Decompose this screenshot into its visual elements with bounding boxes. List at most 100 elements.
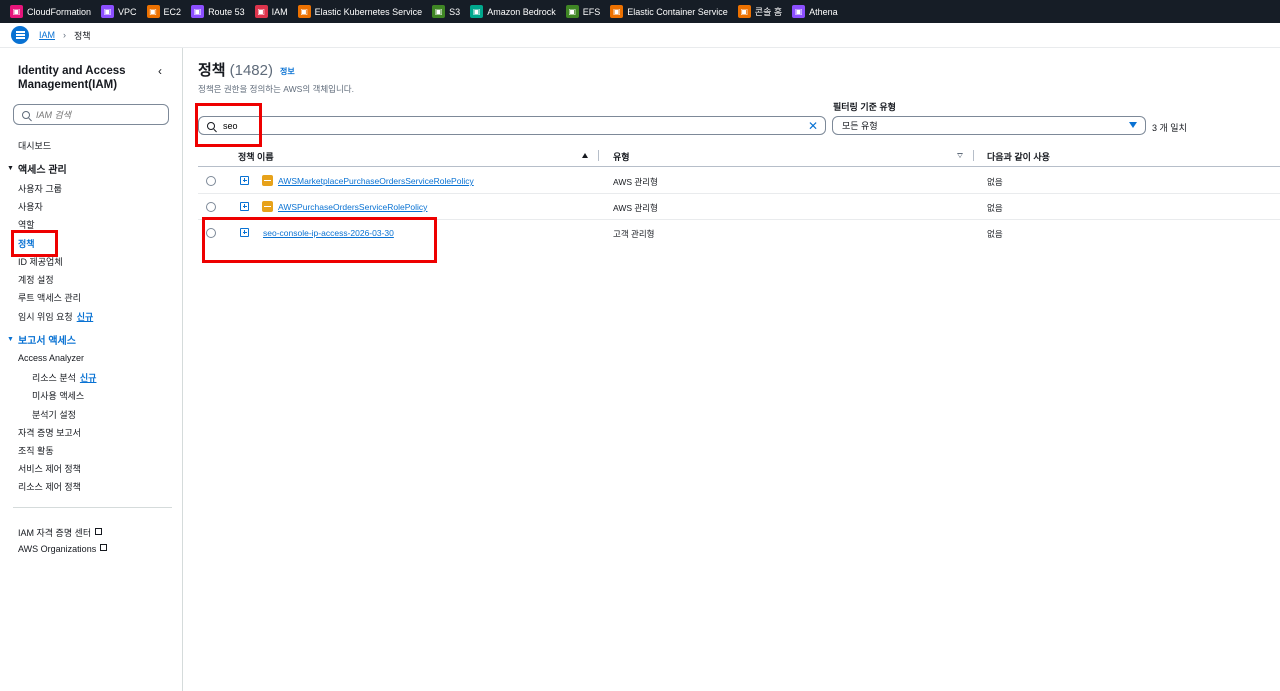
service-shortcut[interactable]: ▣ S3 [432, 0, 470, 23]
column-header-type[interactable]: 유형 [613, 150, 630, 163]
section-label: 보고서 액세스 [17, 336, 76, 347]
policy-used-as: 없음 [987, 177, 1003, 187]
select-value: 모든 유형 [842, 121, 878, 131]
match-count: 3 개 일치 [1152, 123, 1187, 133]
policy-search-input[interactable] [223, 120, 783, 131]
policy-type: AWS 관리형 [613, 203, 658, 213]
table-row[interactable]: AWSMarketplacePurchaseOrdersServiceRoleP… [198, 168, 1280, 194]
sidebar-item-user-groups[interactable]: 사용자 그룹 [18, 182, 62, 195]
page-title: 정책 (1482) [198, 59, 273, 80]
sidebar-item-access-analyzer[interactable]: Access Analyzer [18, 353, 84, 363]
service-label: Amazon Bedrock [487, 6, 556, 17]
sidebar-item-identity-center[interactable]: IAM 자격 증명 센터 [18, 526, 103, 539]
row-select-radio[interactable] [206, 176, 216, 186]
collapse-icon[interactable]: ‹ [158, 64, 162, 78]
breadcrumb-current: 정책 [74, 30, 91, 41]
sidebar-item-analyzer-settings[interactable]: 분석기 설정 [32, 408, 76, 421]
policy-count: (1482) [229, 62, 273, 79]
page-description: 정책은 권한을 정의하는 AWS의 객체입니다. [198, 84, 354, 94]
external-link-icon [95, 528, 103, 535]
sidebar-search-input[interactable] [36, 109, 156, 120]
sidebar-item-users[interactable]: 사용자 [18, 200, 43, 213]
service-shortcut[interactable]: ▣ CloudFormation [10, 0, 101, 23]
eks-icon: ▣ [297, 5, 311, 18]
aws-managed-icon [262, 201, 273, 212]
table-header: 정책 이름 유형 다음과 같이 사용 [198, 145, 1280, 167]
sidebar-section-access-mgmt[interactable]: ▼ 액세스 관리 [7, 161, 67, 176]
service-shortcut[interactable]: ▣ 콘솔 홈 [737, 0, 792, 23]
service-shortcut[interactable]: ▣ Athena [792, 0, 848, 23]
sidebar-item-credential-report[interactable]: 자격 증명 보고서 [18, 426, 81, 439]
cloudformation-icon: ▣ [10, 5, 23, 18]
row-select-radio[interactable] [206, 202, 216, 212]
caret-down-icon: ▼ [7, 336, 14, 343]
external-link-icon [100, 544, 108, 551]
policy-name-link[interactable]: AWSPurchaseOrdersServiceRolePolicy [278, 202, 427, 212]
sidebar-title: Identity and Access Management(IAM) [18, 65, 126, 91]
clear-icon[interactable]: ✕ [808, 119, 818, 133]
filter-type-label: 필터링 기준 유형 [833, 102, 896, 112]
efs-icon: ▣ [565, 5, 579, 18]
sort-icon[interactable] [957, 153, 963, 158]
sidebar-item-account-settings[interactable]: 계정 설정 [18, 273, 54, 286]
menu-icon[interactable] [11, 26, 29, 44]
breadcrumb-iam-link[interactable]: IAM [39, 30, 55, 40]
sidebar-item-temp-delegation[interactable]: 임시 위임 요청 신규 [18, 310, 93, 323]
service-shortcut[interactable]: ▣ EFS [565, 0, 611, 23]
chevron-right-icon: › [63, 30, 67, 40]
sidebar-item-dashboard[interactable]: 대시보드 [18, 139, 51, 152]
service-shortcut[interactable]: ▣ Amazon Bedrock [470, 0, 566, 23]
vpc-icon: ▣ [101, 5, 115, 18]
service-label: CloudFormation [27, 6, 92, 17]
sidebar-divider [13, 507, 172, 508]
sidebar-item-rcp[interactable]: 리소스 제어 정책 [18, 480, 81, 493]
search-icon [22, 110, 30, 119]
annotation-highlight [202, 217, 437, 263]
annotation-highlight [11, 230, 58, 257]
policy-used-as: 없음 [987, 229, 1003, 239]
service-label: EFS [582, 6, 601, 17]
new-badge[interactable]: 신규 [80, 373, 97, 383]
iam-icon: ▣ [254, 5, 268, 18]
sidebar-item-scp[interactable]: 서비스 제어 정책 [18, 462, 81, 475]
service-label: Elastic Kubernetes Service [314, 6, 423, 17]
sidebar-item-root-access[interactable]: 루트 액세스 관리 [18, 291, 81, 304]
title-text: 정책 [198, 62, 226, 79]
column-header-used-as[interactable]: 다음과 같이 사용 [987, 150, 1050, 163]
policy-type: AWS 관리형 [613, 177, 658, 187]
policy-search[interactable]: ✕ [198, 116, 826, 135]
sidebar-item-org-activity[interactable]: 조직 활동 [18, 444, 54, 457]
ecs-icon: ▣ [610, 5, 624, 18]
sidebar-item-resource-analysis[interactable]: 리소스 분석 신규 [32, 371, 96, 384]
sidebar-item-organizations[interactable]: AWS Organizations [18, 544, 108, 554]
service-shortcut[interactable]: ▣ Elastic Container Service [610, 0, 738, 23]
item-label: 임시 위임 요청 [18, 312, 73, 322]
column-header-name[interactable]: 정책 이름 [238, 150, 274, 163]
expand-icon[interactable] [240, 176, 249, 185]
expand-icon[interactable] [240, 202, 249, 211]
service-label: IAM [271, 6, 288, 17]
sidebar: Identity and Access Management(IAM) ‹ 대시… [0, 48, 183, 691]
service-shortcut[interactable]: ▣ VPC [101, 0, 147, 23]
service-label: Athena [809, 6, 838, 17]
service-shortcut[interactable]: ▣ Elastic Kubernetes Service [297, 0, 433, 23]
filter-type-select[interactable]: 모든 유형 [832, 116, 1146, 135]
service-label: VPC [118, 6, 137, 17]
ec2-icon: ▣ [146, 5, 160, 18]
new-badge[interactable]: 신규 [77, 312, 94, 322]
service-shortcut[interactable]: ▣ EC2 [146, 0, 192, 23]
service-shortcut[interactable]: ▣ Route 53 [191, 0, 255, 23]
service-label: S3 [449, 6, 461, 17]
route53-icon: ▣ [191, 5, 205, 18]
aws-managed-icon [262, 175, 273, 186]
column-divider [973, 150, 974, 161]
sort-ascending-icon[interactable] [582, 153, 588, 158]
policy-name-link[interactable]: AWSMarketplacePurchaseOrdersServiceRoleP… [278, 176, 474, 186]
info-link[interactable]: 정보 [280, 66, 295, 77]
sidebar-item-unused-access[interactable]: 미사용 액세스 [32, 389, 84, 402]
sidebar-section-reports-access[interactable]: ▼ 보고서 액세스 [7, 332, 76, 347]
sidebar-search[interactable] [13, 104, 169, 125]
caret-down-icon: ▼ [7, 165, 14, 172]
service-shortcut[interactable]: ▣ IAM [254, 0, 298, 23]
policy-used-as: 없음 [987, 203, 1003, 213]
